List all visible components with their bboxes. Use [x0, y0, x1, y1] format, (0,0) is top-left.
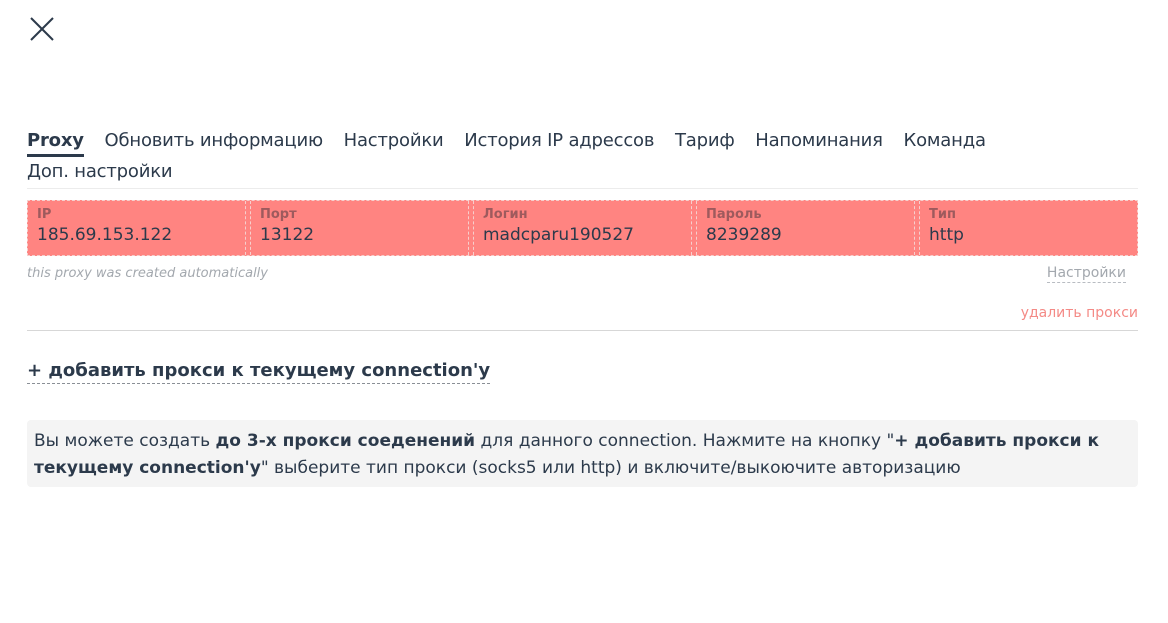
proxy-field-type: Тип http: [919, 201, 1137, 255]
info-text: для данного connection. Нажмите на кнопк…: [475, 431, 895, 451]
field-value: 8239289: [706, 225, 782, 245]
auto-created-note: this proxy was created automatically: [27, 266, 268, 281]
tab-tariff[interactable]: Тариф: [675, 126, 735, 155]
field-label: IP: [37, 207, 52, 222]
proxy-field-port: Порт 13122: [250, 201, 469, 255]
proxy-field-login: Логин madcparu190527: [473, 201, 692, 255]
info-bold-limit: до 3-х прокси соеденений: [215, 431, 476, 451]
tab-proxy[interactable]: Proxy: [27, 130, 84, 157]
proxy-details: IP 185.69.153.122 Порт 13122 Логин madcp…: [27, 200, 1138, 256]
close-button[interactable]: [29, 16, 55, 42]
tab-bar: Proxy Обновить информацию Настройки Исто…: [27, 126, 1138, 189]
delete-proxy-link[interactable]: удалить прокси: [1021, 305, 1138, 321]
proxy-settings-link[interactable]: Настройки: [1046, 264, 1126, 283]
tab-settings[interactable]: Настройки: [344, 126, 444, 155]
info-box: Вы можете создать до 3-х прокси соеденен…: [27, 420, 1138, 487]
field-value: madcparu190527: [483, 225, 634, 245]
field-value: 13122: [260, 225, 315, 245]
tab-update-info[interactable]: Обновить информацию: [105, 126, 324, 155]
field-label: Тип: [929, 207, 956, 222]
tab-ip-history[interactable]: История IP адрессов: [464, 126, 654, 155]
divider: [27, 330, 1138, 331]
field-value: http: [929, 225, 964, 245]
add-proxy-link[interactable]: + добавить прокси к текущему connection'…: [27, 359, 491, 384]
tab-reminders[interactable]: Напоминания: [755, 126, 883, 155]
field-label: Пароль: [706, 207, 762, 222]
field-label: Порт: [260, 207, 297, 222]
info-text: " выберите тип прокси (socks5 или http) …: [260, 458, 961, 478]
field-label: Логин: [483, 207, 528, 222]
proxy-field-ip: IP 185.69.153.122: [28, 201, 246, 255]
info-text: Вы можете создать: [34, 431, 216, 451]
tab-extra-settings[interactable]: Доп. настройки: [27, 157, 173, 186]
proxy-field-password: Пароль 8239289: [696, 201, 915, 255]
field-value: 185.69.153.122: [37, 225, 173, 245]
tab-team[interactable]: Команда: [904, 126, 986, 155]
close-icon: [30, 17, 54, 41]
